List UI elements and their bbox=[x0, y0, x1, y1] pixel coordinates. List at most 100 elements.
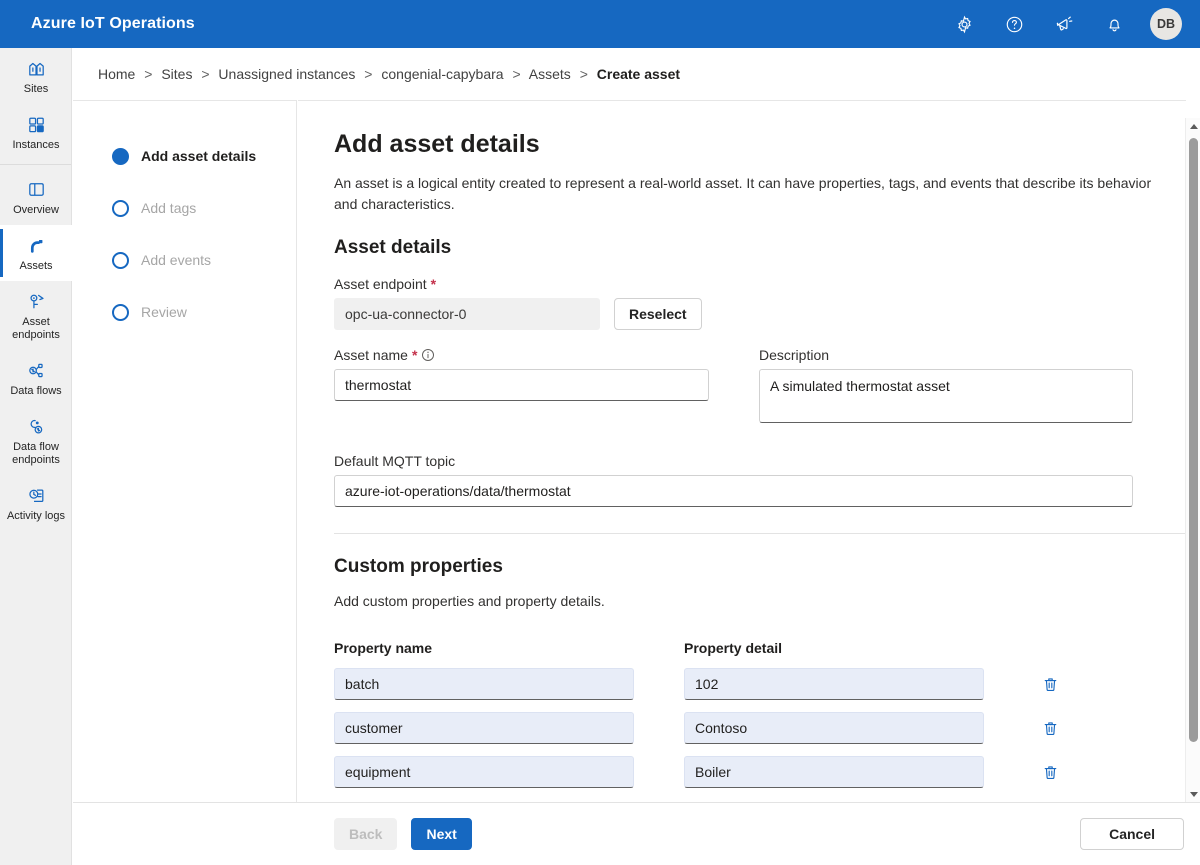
sidebar-item-activity-logs[interactable]: Activity logs bbox=[0, 475, 72, 531]
breadcrumb-item-instance[interactable]: congenial-capybara bbox=[381, 66, 503, 82]
sidebar-item-data-flows[interactable]: Data flows bbox=[0, 350, 72, 406]
custom-property-row bbox=[334, 756, 1186, 788]
breadcrumb-item-home[interactable]: Home bbox=[98, 66, 135, 82]
info-icon[interactable] bbox=[421, 348, 435, 362]
breadcrumb-separator: > bbox=[579, 66, 588, 82]
scrollbar-thumb[interactable] bbox=[1189, 138, 1198, 742]
sidebar-item-label: Data flow endpoints bbox=[12, 441, 60, 466]
property-name-cell bbox=[334, 712, 634, 744]
breadcrumb-separator: > bbox=[144, 66, 153, 82]
gear-icon[interactable] bbox=[948, 8, 980, 40]
avatar[interactable]: DB bbox=[1150, 8, 1182, 40]
wizard-footer: Back Next Cancel bbox=[298, 802, 1200, 865]
mqtt-topic-field-group: Default MQTT topic bbox=[334, 453, 1186, 507]
back-button[interactable]: Back bbox=[334, 818, 398, 850]
mqtt-topic-input[interactable] bbox=[334, 475, 1133, 507]
property-name-cell bbox=[334, 668, 634, 700]
data-flow-endpoints-icon bbox=[26, 415, 47, 437]
page-description: An asset is a logical entity created to … bbox=[334, 175, 1152, 212]
step-indicator-icon bbox=[112, 147, 129, 165]
reselect-button[interactable]: Reselect bbox=[614, 298, 702, 330]
property-detail-input[interactable] bbox=[684, 712, 984, 744]
wizard-step-add-tags[interactable]: Add tags bbox=[73, 182, 296, 234]
sidebar-item-assets[interactable]: Assets bbox=[0, 225, 72, 281]
sidebar-item-instances[interactable]: Instances bbox=[0, 104, 72, 160]
property-detail-cell bbox=[684, 668, 984, 700]
breadcrumb-separator: > bbox=[512, 66, 521, 82]
sidebar-item-data-flow-endpoints[interactable]: Data flow endpoints bbox=[0, 406, 72, 475]
scrollbar-track[interactable] bbox=[1186, 134, 1200, 786]
sidebar-item-label: Data flows bbox=[10, 385, 62, 397]
vertical-scrollbar[interactable] bbox=[1185, 118, 1200, 802]
trash-icon[interactable] bbox=[1036, 714, 1064, 742]
feedback-icon[interactable] bbox=[1048, 8, 1080, 40]
help-icon[interactable] bbox=[998, 8, 1030, 40]
property-detail-cell bbox=[684, 756, 984, 788]
footer-left-filler bbox=[73, 802, 298, 865]
page-title: Add asset details bbox=[334, 130, 540, 158]
scroll-down-arrow-icon[interactable] bbox=[1186, 786, 1200, 802]
asset-name-description-row: Asset name * Description bbox=[334, 347, 1186, 428]
asset-name-label-text: Asset name bbox=[334, 347, 408, 363]
sidebar-item-label: Assets bbox=[19, 260, 53, 272]
wizard-step-label: Add tags bbox=[141, 200, 197, 216]
property-detail-header: Property detail bbox=[684, 640, 783, 656]
asset-details-form: Add asset details An asset is a logical … bbox=[298, 100, 1186, 802]
sidebar-item-overview[interactable]: Overview bbox=[0, 169, 72, 225]
breadcrumb-item-sites[interactable]: Sites bbox=[161, 66, 192, 82]
breadcrumb-item-assets[interactable]: Assets bbox=[529, 66, 571, 82]
custom-properties-header-row: Property name Property detail bbox=[334, 640, 1186, 656]
sidebar-item-label: Activity logs bbox=[6, 510, 66, 522]
sidebar-item-sites[interactable]: Sites bbox=[0, 48, 72, 104]
description-textarea[interactable] bbox=[759, 369, 1133, 423]
step-indicator-icon bbox=[112, 251, 129, 269]
property-name-input[interactable] bbox=[334, 756, 634, 788]
property-detail-cell bbox=[684, 712, 984, 744]
asset-name-field-group: Asset name * bbox=[334, 347, 709, 428]
asset-endpoint-label: Asset endpoint * bbox=[334, 276, 1186, 292]
property-name-input[interactable] bbox=[334, 712, 634, 744]
required-marker: * bbox=[411, 347, 418, 363]
overview-icon bbox=[26, 178, 47, 200]
cancel-button[interactable]: Cancel bbox=[1080, 818, 1184, 850]
scroll-up-arrow-icon[interactable] bbox=[1186, 118, 1200, 134]
asset-endpoint-field-group: Asset endpoint * Reselect bbox=[334, 276, 1186, 330]
app-title: Azure IoT Operations bbox=[31, 15, 195, 32]
property-detail-input[interactable] bbox=[684, 756, 984, 788]
wizard-step-add-asset-details[interactable]: Add asset details bbox=[73, 130, 296, 182]
wizard-step-label: Add events bbox=[141, 252, 212, 268]
breadcrumb-item-unassigned-instances[interactable]: Unassigned instances bbox=[218, 66, 355, 82]
sites-icon bbox=[26, 57, 47, 79]
wizard-step-label: Add asset details bbox=[141, 148, 257, 164]
breadcrumb-separator: > bbox=[201, 66, 210, 82]
asset-name-input[interactable] bbox=[334, 369, 709, 401]
breadcrumb: Home > Sites > Unassigned instances > co… bbox=[72, 48, 1200, 100]
property-name-input[interactable] bbox=[334, 668, 634, 700]
property-detail-input[interactable] bbox=[684, 668, 984, 700]
description-label-text: Description bbox=[759, 347, 830, 363]
wizard-step-add-events[interactable]: Add events bbox=[73, 234, 296, 286]
sidebar-item-label: Asset endpoints bbox=[12, 316, 60, 341]
step-indicator-icon bbox=[112, 199, 129, 217]
sidebar-item-label: Sites bbox=[23, 83, 49, 95]
description-label: Description bbox=[759, 347, 1133, 363]
sidebar-item-asset-endpoints[interactable]: Asset endpoints bbox=[0, 281, 72, 350]
bell-icon[interactable] bbox=[1098, 8, 1130, 40]
wizard-steps: Add asset details Add tags Add events Re… bbox=[73, 100, 297, 802]
asset-endpoints-icon bbox=[26, 290, 47, 312]
wizard-step-label: Review bbox=[141, 304, 187, 320]
sidebar-item-label: Instances bbox=[12, 139, 60, 151]
custom-properties-description: Add custom properties and property detai… bbox=[334, 593, 605, 609]
asset-endpoint-label-text: Asset endpoint bbox=[334, 276, 427, 292]
breadcrumb-separator: > bbox=[364, 66, 373, 82]
data-flows-icon bbox=[26, 359, 47, 381]
property-name-header: Property name bbox=[334, 640, 433, 656]
trash-icon[interactable] bbox=[1036, 758, 1064, 786]
header-actions: DB bbox=[948, 8, 1182, 40]
description-field-group: Description bbox=[759, 347, 1133, 428]
wizard-step-review[interactable]: Review bbox=[73, 286, 296, 338]
trash-icon[interactable] bbox=[1036, 670, 1064, 698]
custom-properties-title: Custom properties bbox=[334, 556, 503, 577]
asset-endpoint-input[interactable] bbox=[334, 298, 600, 330]
next-button[interactable]: Next bbox=[411, 818, 472, 850]
